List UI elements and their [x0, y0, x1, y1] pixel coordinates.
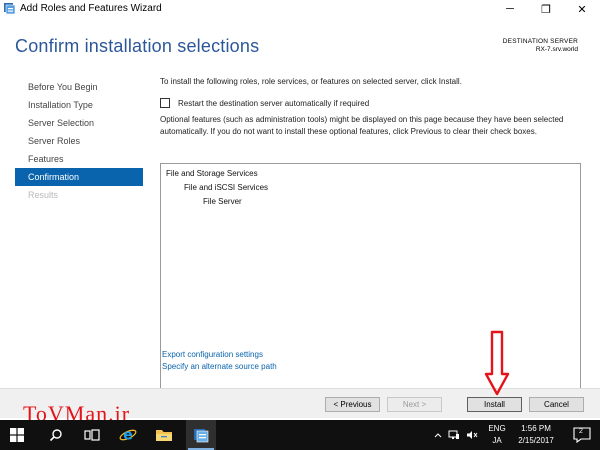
destination-server-name: RX-7.srv.world — [535, 46, 578, 53]
language-code: ENG — [488, 424, 506, 433]
network-icon[interactable] — [447, 420, 461, 450]
minimize-button[interactable]: ─ — [492, 0, 528, 18]
next-button: Next > — [387, 397, 442, 412]
windows-start-icon[interactable] — [0, 420, 34, 450]
restart-option[interactable]: Restart the destination server automatic… — [160, 98, 369, 108]
restart-checkbox[interactable] — [160, 98, 170, 108]
maximize-button[interactable]: ❐ — [528, 0, 564, 18]
server-manager-icon — [4, 3, 16, 15]
file-explorer-icon[interactable] — [150, 420, 178, 450]
close-button[interactable]: ✕ — [564, 0, 600, 18]
sidebar-item-server-roles[interactable]: Server Roles — [15, 132, 143, 150]
search-icon[interactable] — [42, 420, 70, 450]
svg-text:e: e — [123, 428, 133, 444]
internet-explorer-icon[interactable]: e — [114, 420, 142, 450]
feature-item: File and Storage Services — [166, 169, 258, 178]
system-clock[interactable]: 1:56 PM 2/15/2017 — [512, 423, 560, 447]
taskbar: e ENG JA 1:56 PM 2/15/2017 2 — [0, 420, 600, 450]
optional-features-note: Optional features (such as administratio… — [160, 115, 564, 136]
page-title: Confirm installation selections — [15, 36, 260, 56]
selected-features-list[interactable]: File and Storage Services File and iSCSI… — [160, 163, 581, 410]
sidebar-item-results: Results — [28, 190, 59, 200]
install-button[interactable]: Install — [467, 397, 522, 412]
feature-item: File and iSCSI Services — [184, 183, 269, 192]
export-configuration-link[interactable]: Export configuration settings — [162, 350, 263, 359]
server-manager-icon[interactable] — [186, 420, 216, 450]
cancel-button[interactable]: Cancel — [529, 397, 584, 412]
sidebar-item-server-selection[interactable]: Server Selection — [15, 114, 143, 132]
show-hidden-icons-icon[interactable] — [432, 420, 444, 450]
input-mode: JA — [492, 436, 502, 445]
feature-item: File Server — [203, 197, 242, 206]
input-language-indicator[interactable]: ENG JA — [484, 423, 510, 447]
task-view-icon[interactable] — [78, 420, 106, 450]
previous-button[interactable]: < Previous — [325, 397, 380, 412]
alternate-source-path-link[interactable]: Specify an alternate source path — [162, 362, 277, 371]
sidebar-item-installation-type[interactable]: Installation Type — [15, 96, 143, 114]
clock-time: 1:56 PM — [521, 424, 551, 433]
sidebar-item-before-you-begin[interactable]: Before You Begin — [15, 78, 143, 96]
sidebar-item-confirmation[interactable]: Confirmation — [15, 168, 143, 186]
volume-icon[interactable] — [465, 420, 479, 450]
sidebar-item-features[interactable]: Features — [15, 150, 143, 168]
clock-date: 2/15/2017 — [518, 436, 554, 445]
destination-server-label: DESTINATION SERVER — [502, 38, 578, 45]
notification-count: 2 — [579, 428, 583, 435]
red-down-arrow-icon — [484, 330, 510, 396]
window-title-bar: Add Roles and Features Wizard ─ ❐ ✕ — [0, 0, 600, 18]
restart-checkbox-label[interactable]: Restart the destination server automatic… — [178, 99, 369, 108]
intro-text: To install the following roles, role ser… — [160, 77, 462, 86]
wizard-steps-sidebar: Before You Begin Installation Type Serve… — [15, 78, 143, 204]
window-title: Add Roles and Features Wizard — [20, 3, 162, 14]
